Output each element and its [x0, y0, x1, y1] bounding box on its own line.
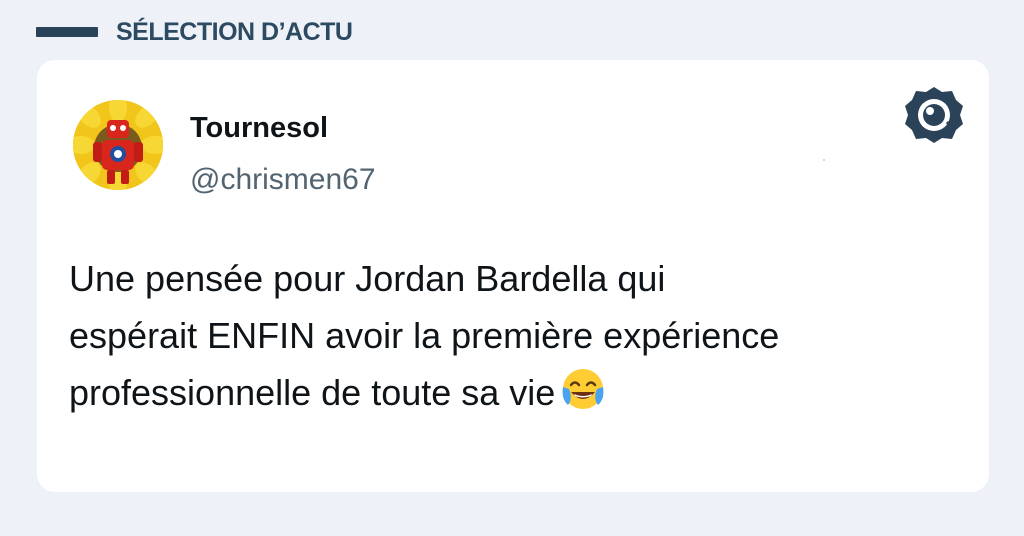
brand-logo-icon[interactable]: [903, 84, 965, 146]
header-accent-bar: [36, 27, 98, 37]
section-header: SÉLECTION D’ACTU: [36, 14, 353, 50]
tweet-text-line: Une pensée pour Jordan Bardella qui: [69, 258, 666, 299]
tweet-text-line-last: professionnelle de toute sa vie: [69, 364, 959, 421]
tweet-text: Une pensée pour Jordan Bardella qui espé…: [69, 250, 959, 421]
decorative-speck: [823, 159, 825, 161]
section-title: SÉLECTION D’ACTU: [116, 17, 353, 46]
tweet-text-line: espérait ENFIN avoir la première expérie…: [69, 315, 780, 356]
author-name[interactable]: Tournesol: [190, 112, 328, 145]
tweet-text-line-content: professionnelle de toute sa vie: [69, 372, 556, 413]
author-handle[interactable]: @chrismen67: [190, 163, 376, 197]
avatar[interactable]: [73, 100, 163, 190]
tears-of-joy-emoji-icon: [559, 365, 607, 413]
sunflower-robot-avatar-icon: [73, 100, 163, 190]
tweet-card: Tournesol @chrismen67 Une pensée pour Jo…: [37, 60, 989, 492]
